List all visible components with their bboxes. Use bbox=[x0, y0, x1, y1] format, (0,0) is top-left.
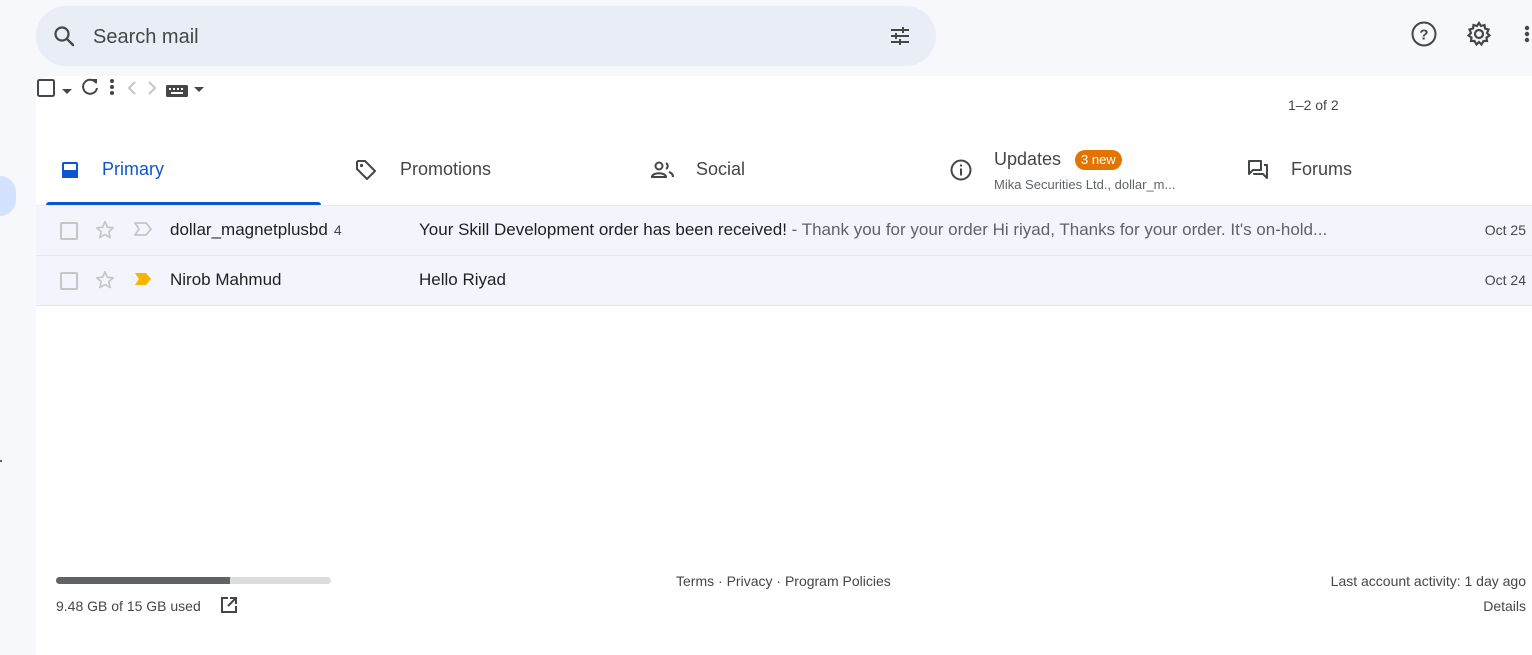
tab-social[interactable]: Social bbox=[640, 144, 920, 206]
people-icon bbox=[650, 158, 674, 182]
search-bar[interactable] bbox=[36, 6, 936, 66]
separator: · bbox=[714, 573, 727, 589]
row-checkbox[interactable] bbox=[60, 272, 78, 290]
next-page-chevron-right-icon[interactable] bbox=[144, 81, 164, 102]
tab-updates-senders: Mika Securities Ltd., dollar_m... bbox=[994, 177, 1176, 192]
terms-link[interactable]: Terms bbox=[676, 573, 714, 589]
mail-list-panel: 1–2 of 2 Primary Promotions Social Updat… bbox=[36, 76, 1532, 655]
email-sender: Nirob Mahmud bbox=[170, 270, 282, 290]
search-icon[interactable] bbox=[52, 24, 76, 48]
search-input[interactable] bbox=[91, 20, 875, 54]
last-account-activity: Last account activity: 1 day ago bbox=[1330, 573, 1526, 589]
email-date: Oct 24 bbox=[1484, 272, 1526, 288]
tab-social-label: Social bbox=[696, 159, 746, 179]
tab-promotions-label: Promotions bbox=[400, 159, 492, 179]
email-subject-line: Hello Riyad bbox=[419, 270, 1419, 290]
footer-links: Terms · Privacy · Program Policies bbox=[676, 573, 891, 589]
sender-name: dollar_magnetplusbd bbox=[170, 220, 328, 239]
info-icon bbox=[949, 158, 973, 182]
tab-primary[interactable]: Primary bbox=[46, 144, 321, 206]
email-subject-line: Your Skill Development order has been re… bbox=[419, 220, 1419, 240]
storage-usage-bar bbox=[56, 577, 331, 584]
email-row[interactable]: Nirob Mahmud Hello Riyad Oct 24 bbox=[36, 256, 1532, 306]
tab-primary-label: Primary bbox=[102, 159, 164, 179]
svg-text:?: ? bbox=[1419, 27, 1428, 44]
tab-updates[interactable]: Updates 3 new Mika Securities Ltd., doll… bbox=[939, 144, 1229, 206]
select-dropdown-chevron-down-icon[interactable] bbox=[60, 85, 78, 102]
storage-usage-fill bbox=[56, 577, 230, 584]
email-row[interactable]: dollar_magnetplusbd 4 Your Skill Developm… bbox=[36, 206, 1532, 256]
select-all-checkbox[interactable] bbox=[36, 79, 60, 102]
tab-forums[interactable]: Forums bbox=[1236, 144, 1526, 206]
row-checkbox[interactable] bbox=[60, 222, 78, 240]
keyboard-icon[interactable] bbox=[165, 85, 205, 102]
email-date: Oct 25 bbox=[1484, 222, 1526, 238]
more-options-icon[interactable] bbox=[105, 79, 123, 102]
refresh-icon[interactable] bbox=[79, 78, 105, 102]
sender-name: Nirob Mahmud bbox=[170, 270, 282, 289]
details-link[interactable]: Details bbox=[1483, 598, 1526, 614]
star-icon[interactable] bbox=[94, 219, 116, 246]
tab-forums-label: Forums bbox=[1291, 159, 1353, 179]
page-count: 1–2 of 2 bbox=[1288, 97, 1339, 113]
tab-promotions[interactable]: Promotions bbox=[344, 144, 624, 206]
nav-edge-dot bbox=[0, 460, 2, 462]
email-subject: Your Skill Development order has been re… bbox=[419, 220, 787, 239]
tune-icon[interactable] bbox=[888, 24, 912, 48]
importance-marker-icon[interactable] bbox=[133, 221, 153, 242]
program-policies-link[interactable]: Program Policies bbox=[785, 573, 891, 589]
privacy-link[interactable]: Privacy bbox=[727, 573, 773, 589]
email-snippet: - Thank you for your order Hi riyad, Tha… bbox=[786, 220, 1328, 239]
email-sender: dollar_magnetplusbd 4 bbox=[170, 220, 342, 240]
tab-updates-label: Updates bbox=[994, 149, 1062, 169]
nav-selected-indicator bbox=[0, 176, 16, 216]
inbox-icon bbox=[58, 158, 82, 182]
settings-gear-icon[interactable] bbox=[1465, 20, 1493, 53]
apps-icon[interactable] bbox=[1518, 20, 1532, 53]
prev-page-chevron-left-icon[interactable] bbox=[124, 81, 144, 102]
new-count-badge: 3 new bbox=[1075, 150, 1122, 170]
storage-usage-text: 9.48 GB of 15 GB used bbox=[56, 598, 201, 614]
separator: · bbox=[772, 573, 785, 589]
open-in-new-icon[interactable] bbox=[219, 595, 239, 620]
star-icon[interactable] bbox=[94, 269, 116, 296]
email-subject: Hello Riyad bbox=[419, 270, 506, 289]
tag-icon bbox=[354, 158, 378, 182]
help-icon[interactable]: ? bbox=[1410, 20, 1438, 53]
thread-count: 4 bbox=[333, 222, 342, 238]
importance-marker-icon[interactable] bbox=[133, 271, 153, 292]
forum-icon bbox=[1246, 158, 1270, 182]
